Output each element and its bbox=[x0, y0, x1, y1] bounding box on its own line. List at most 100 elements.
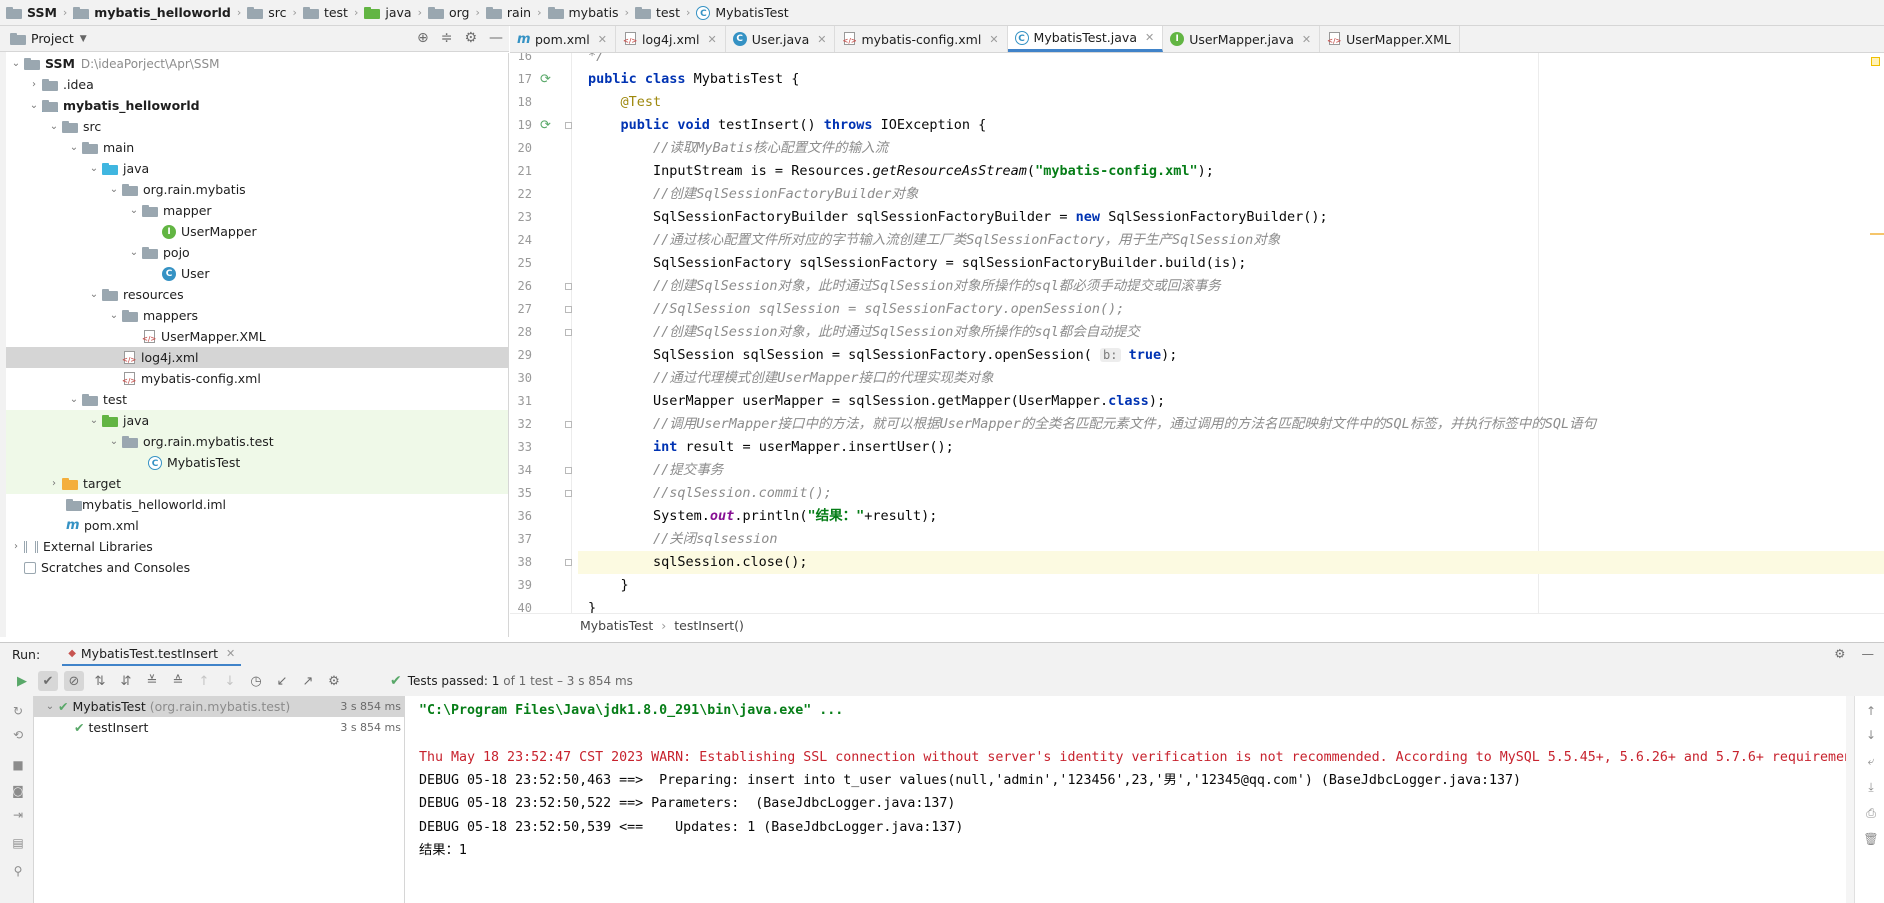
line-number[interactable]: 22 bbox=[510, 183, 572, 206]
show-ignored-icon[interactable]: ⊘ bbox=[64, 671, 84, 691]
tree-item-mybatis-config[interactable]: </> mybatis-config.xml bbox=[6, 368, 508, 389]
tab-pom-xml[interactable]: m pom.xml ✕ bbox=[510, 26, 616, 52]
fold-marker-icon[interactable] bbox=[565, 490, 572, 497]
line-number[interactable]: 16 bbox=[510, 53, 572, 68]
code-line[interactable]: UserMapper userMapper = sqlSession.getMa… bbox=[578, 390, 1884, 413]
tree-item-resources[interactable]: ⌄ resources bbox=[6, 284, 508, 305]
code-line[interactable]: //调用UserMapper接口中的方法，就可以根据UserMapper的全类名… bbox=[578, 413, 1884, 436]
fold-marker-icon[interactable] bbox=[565, 306, 572, 313]
tree-item-mappers[interactable]: ⌄ mappers bbox=[6, 305, 508, 326]
fold-marker-icon[interactable] bbox=[565, 283, 572, 290]
chevron-down-icon[interactable]: ⌄ bbox=[66, 394, 82, 405]
breadcrumb-item-java[interactable]: › java bbox=[352, 5, 412, 20]
next-test-icon[interactable]: ↓ bbox=[220, 671, 240, 691]
tab-usermapper-java[interactable]: I UserMapper.java ✕ bbox=[1163, 26, 1321, 52]
chevron-right-icon[interactable]: › bbox=[46, 478, 62, 489]
line-number[interactable]: 33 bbox=[510, 436, 572, 459]
layout-icon[interactable]: ▤ bbox=[10, 836, 26, 852]
collapse-all-icon[interactable]: ≑ bbox=[441, 30, 453, 46]
chevron-down-icon[interactable]: ⌄ bbox=[106, 436, 122, 447]
editor-breadcrumb-class[interactable]: MybatisTest bbox=[580, 618, 653, 633]
line-number[interactable]: 26 bbox=[510, 275, 572, 298]
sort-duration-icon[interactable]: ⇵ bbox=[116, 671, 136, 691]
tree-item-pom[interactable]: m pom.xml bbox=[6, 515, 508, 536]
tree-item-idea[interactable]: › .idea bbox=[6, 74, 508, 95]
tree-item-user[interactable]: C User bbox=[6, 263, 508, 284]
tab-mybatistest-java[interactable]: C MybatisTest.java ✕ bbox=[1007, 26, 1164, 52]
code-line[interactable]: */ bbox=[578, 53, 1884, 68]
tree-item-mapper[interactable]: ⌄ mapper bbox=[6, 200, 508, 221]
line-number[interactable]: 25 bbox=[510, 252, 572, 275]
chevron-down-icon[interactable]: ⌄ bbox=[106, 310, 122, 321]
tree-item-usermapper[interactable]: I UserMapper bbox=[6, 221, 508, 242]
print-icon[interactable]: ⎙ bbox=[1863, 806, 1879, 821]
chevron-down-icon[interactable]: ⌄ bbox=[46, 121, 62, 132]
tab-usermapper-xml[interactable]: </> UserMapper.XML bbox=[1320, 26, 1460, 52]
trash-icon[interactable]: 🗑 bbox=[1863, 832, 1879, 846]
code-line[interactable]: int result = userMapper.insertUser(); bbox=[578, 436, 1884, 459]
soft-wrap-icon[interactable]: ⤶ bbox=[1863, 754, 1879, 769]
fold-marker-icon[interactable] bbox=[565, 122, 572, 129]
arrow-up-icon[interactable]: ↑ bbox=[1863, 704, 1879, 718]
tree-item-mybatistest[interactable]: C MybatisTest bbox=[6, 452, 508, 473]
camera-icon[interactable]: ◙ bbox=[10, 784, 26, 800]
tree-item-scratches[interactable]: Scratches and Consoles bbox=[6, 557, 508, 578]
code-line[interactable]: //sqlSession.commit(); bbox=[578, 482, 1884, 505]
tree-item-external-libraries[interactable]: › External Libraries bbox=[6, 536, 508, 557]
run-test-icon[interactable]: ⟳ bbox=[540, 114, 551, 137]
tree-item-test-package[interactable]: ⌄ org.rain.mybatis.test bbox=[6, 431, 508, 452]
line-number[interactable]: 35 bbox=[510, 482, 572, 505]
line-number[interactable]: 21 bbox=[510, 160, 572, 183]
gear-icon[interactable]: ⚙ bbox=[324, 671, 344, 691]
run-tab[interactable]: ◆ MybatisTest.testInsert ✕ bbox=[62, 643, 242, 667]
close-icon[interactable]: ✕ bbox=[226, 647, 235, 660]
code-line[interactable]: //创建SqlSessionFactoryBuilder对象 bbox=[578, 183, 1884, 206]
gear-icon[interactable]: ⚙ bbox=[464, 30, 477, 46]
inspection-status-icon[interactable] bbox=[1871, 57, 1880, 66]
line-number[interactable]: 23 bbox=[510, 206, 572, 229]
close-icon[interactable]: ✕ bbox=[708, 33, 717, 46]
run-test-icon[interactable]: ⟳ bbox=[540, 68, 551, 91]
chevron-down-icon[interactable]: ⌄ bbox=[86, 289, 102, 300]
hide-panel-icon[interactable]: — bbox=[489, 30, 503, 46]
rerun-icon[interactable]: ▶ bbox=[12, 671, 32, 691]
project-view-selector[interactable]: Project ▼ bbox=[10, 31, 87, 46]
test-suite-row[interactable]: ⌄ ✔ MybatisTest (org.rain.mybatis.test) … bbox=[34, 696, 405, 717]
chevron-down-icon[interactable]: ⌄ bbox=[86, 163, 102, 174]
code-line[interactable]: SqlSession sqlSession = sqlSessionFactor… bbox=[578, 344, 1884, 367]
breadcrumb-item-module[interactable]: › mybatis_helloworld bbox=[61, 5, 231, 20]
collapse-all-icon[interactable]: ≙ bbox=[168, 671, 188, 691]
tree-item-main-java[interactable]: ⌄ java bbox=[6, 158, 508, 179]
code-line[interactable]: public void testInsert() throws IOExcept… bbox=[578, 114, 1884, 137]
chevron-down-icon[interactable]: ⌄ bbox=[86, 415, 102, 426]
pin-icon[interactable]: ⚲ bbox=[10, 864, 26, 880]
fold-marker-icon[interactable] bbox=[565, 559, 572, 566]
arrow-down-icon[interactable]: ↓ bbox=[1863, 728, 1879, 742]
breadcrumb-item-src[interactable]: › src bbox=[235, 5, 287, 20]
expand-all-icon[interactable]: ≚ bbox=[142, 671, 162, 691]
code-line[interactable]: //通过核心配置文件所对应的字节输入流创建工厂类SqlSessionFactor… bbox=[578, 229, 1884, 252]
breadcrumb-item-test[interactable]: › test bbox=[291, 5, 348, 20]
breadcrumb-item-rain[interactable]: › rain bbox=[473, 5, 531, 20]
chevron-right-icon[interactable]: › bbox=[8, 541, 24, 552]
code-line[interactable]: } bbox=[578, 597, 1884, 613]
console-output[interactable]: "C:\Program Files\Java\jdk1.8.0_291\bin\… bbox=[406, 696, 1846, 903]
code-line[interactable]: //SqlSession sqlSession = sqlSessionFact… bbox=[578, 298, 1884, 321]
gear-icon[interactable]: ⚙ bbox=[1834, 646, 1845, 661]
code-area[interactable]: */ public class MybatisTest { @Test publi… bbox=[578, 53, 1884, 613]
tree-item-pojo[interactable]: ⌄ pojo bbox=[6, 242, 508, 263]
tree-item-module[interactable]: ⌄ mybatis_helloworld bbox=[6, 95, 508, 116]
code-line[interactable]: //创建SqlSession对象，此时通过SqlSession对象所操作的sql… bbox=[578, 275, 1884, 298]
fold-marker-icon[interactable] bbox=[565, 421, 572, 428]
chevron-down-icon[interactable]: ⌄ bbox=[42, 701, 58, 712]
locate-file-icon[interactable]: ⊕ bbox=[417, 30, 429, 46]
fold-marker-icon[interactable] bbox=[565, 467, 572, 474]
chevron-down-icon[interactable]: ⌄ bbox=[26, 100, 42, 111]
tree-item-main[interactable]: ⌄ main bbox=[6, 137, 508, 158]
show-passed-icon[interactable]: ✔ bbox=[38, 671, 58, 691]
tree-item-log4j[interactable]: </> log4j.xml bbox=[6, 347, 508, 368]
sort-alpha-icon[interactable]: ⇅ bbox=[90, 671, 110, 691]
fold-marker-icon[interactable] bbox=[565, 329, 572, 336]
test-case-row[interactable]: ✔ testInsert 3 s 854 ms bbox=[34, 717, 405, 738]
tree-item-test-java[interactable]: ⌄ java bbox=[6, 410, 508, 431]
